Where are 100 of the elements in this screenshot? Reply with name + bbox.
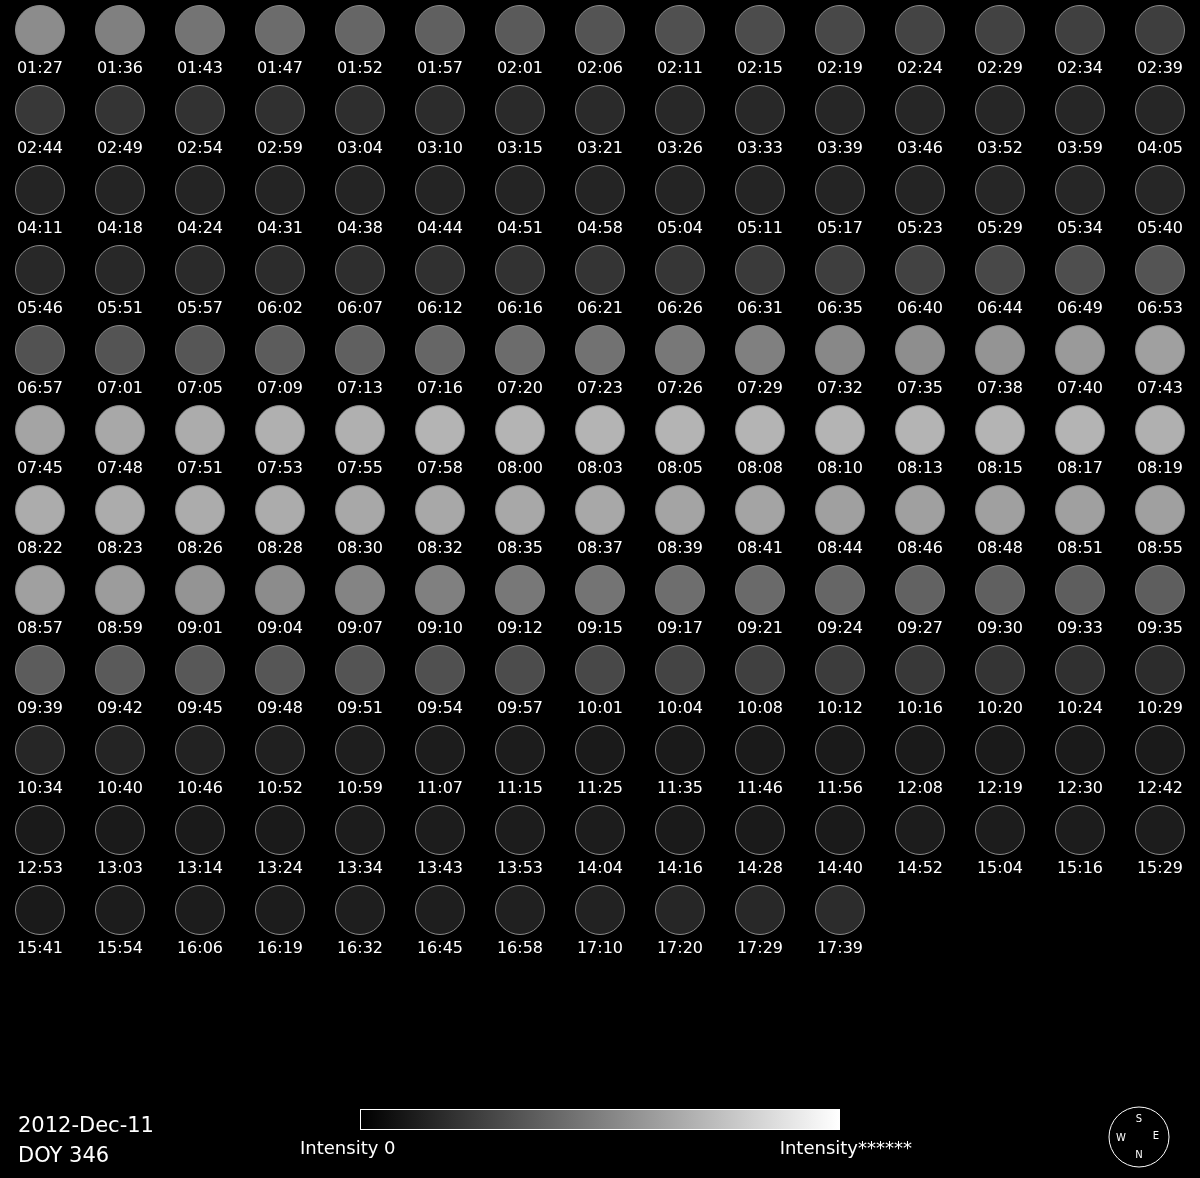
time-label: 07:40 <box>1056 379 1104 397</box>
time-label: 04:51 <box>496 219 544 237</box>
time-label: 08:10 <box>816 459 864 477</box>
time-label: 11:46 <box>736 779 784 797</box>
time-label: 06:07 <box>336 299 384 317</box>
time-label: 13:34 <box>336 859 384 877</box>
time-label: 08:15 <box>976 459 1024 477</box>
time-label: 07:58 <box>416 459 464 477</box>
time-label: 09:51 <box>336 699 384 717</box>
time-label: 02:15 <box>736 59 784 77</box>
time-label: 08:57 <box>16 619 64 637</box>
time-label: 09:48 <box>256 699 304 717</box>
time-label: 09:10 <box>416 619 464 637</box>
time-label: 01:52 <box>336 59 384 77</box>
time-label: 06:57 <box>16 379 64 397</box>
time-label: 10:04 <box>656 699 704 717</box>
time-label: 17:10 <box>576 939 624 957</box>
time-label: 01:43 <box>176 59 224 77</box>
time-label: 04:58 <box>576 219 624 237</box>
time-label: 06:21 <box>576 299 624 317</box>
time-label: 02:34 <box>1056 59 1104 77</box>
time-label: 02:49 <box>96 139 144 157</box>
time-label: 09:21 <box>736 619 784 637</box>
time-label: 17:20 <box>656 939 704 957</box>
time-label: 05:57 <box>176 299 224 317</box>
time-label: 16:45 <box>416 939 464 957</box>
time-label: 08:39 <box>656 539 704 557</box>
time-label: 08:13 <box>896 459 944 477</box>
time-label: 13:53 <box>496 859 544 877</box>
time-label: 08:46 <box>896 539 944 557</box>
time-label: 10:16 <box>896 699 944 717</box>
time-label: 03:52 <box>976 139 1024 157</box>
time-label: 07:51 <box>176 459 224 477</box>
time-label: 09:07 <box>336 619 384 637</box>
time-label: 13:43 <box>416 859 464 877</box>
time-label: 02:06 <box>576 59 624 77</box>
time-label: 09:12 <box>496 619 544 637</box>
time-label: 08:37 <box>576 539 624 557</box>
time-label: 02:29 <box>976 59 1024 77</box>
time-label: 03:21 <box>576 139 624 157</box>
time-label: 07:09 <box>256 379 304 397</box>
date-label: 2012-Dec-11 <box>18 1113 154 1137</box>
time-label: 07:43 <box>1136 379 1184 397</box>
time-label: 03:33 <box>736 139 784 157</box>
time-label: 09:54 <box>416 699 464 717</box>
time-label: 12:53 <box>16 859 64 877</box>
time-label: 09:04 <box>256 619 304 637</box>
time-label: 05:11 <box>736 219 784 237</box>
time-label: 08:51 <box>1056 539 1104 557</box>
time-label: 03:46 <box>896 139 944 157</box>
time-label: 07:55 <box>336 459 384 477</box>
time-label: 08:23 <box>96 539 144 557</box>
time-label: 08:17 <box>1056 459 1104 477</box>
time-label: 10:08 <box>736 699 784 717</box>
time-label: 06:40 <box>896 299 944 317</box>
time-label: 09:39 <box>16 699 64 717</box>
compass-circle <box>1108 1106 1170 1168</box>
time-label: 01:36 <box>96 59 144 77</box>
time-label: 16:06 <box>176 939 224 957</box>
time-label: 02:24 <box>896 59 944 77</box>
time-label: 08:22 <box>16 539 64 557</box>
time-label: 06:49 <box>1056 299 1104 317</box>
time-label: 07:05 <box>176 379 224 397</box>
time-label: 08:30 <box>336 539 384 557</box>
time-label: 08:44 <box>816 539 864 557</box>
time-label: 07:26 <box>656 379 704 397</box>
time-label: 02:54 <box>176 139 224 157</box>
time-label: 16:19 <box>256 939 304 957</box>
time-label: 07:13 <box>336 379 384 397</box>
time-label: 08:48 <box>976 539 1024 557</box>
time-label: 17:39 <box>816 939 864 957</box>
time-label: 15:16 <box>1056 859 1104 877</box>
time-label: 05:29 <box>976 219 1024 237</box>
compass-label: E <box>1152 1130 1160 1141</box>
time-label: 05:23 <box>896 219 944 237</box>
time-label: 08:55 <box>1136 539 1184 557</box>
time-label: 06:44 <box>976 299 1024 317</box>
time-label: 10:40 <box>96 779 144 797</box>
time-label: 11:15 <box>496 779 544 797</box>
time-label: 03:39 <box>816 139 864 157</box>
time-label: 01:57 <box>416 59 464 77</box>
compass-label: S <box>1135 1113 1143 1124</box>
time-label: 16:58 <box>496 939 544 957</box>
time-label: 04:44 <box>416 219 464 237</box>
time-label: 02:19 <box>816 59 864 77</box>
time-label: 14:16 <box>656 859 704 877</box>
time-label: 11:07 <box>416 779 464 797</box>
time-label: 07:32 <box>816 379 864 397</box>
time-label: 11:56 <box>816 779 864 797</box>
time-label: 08:26 <box>176 539 224 557</box>
time-label: 05:17 <box>816 219 864 237</box>
time-label: 05:34 <box>1056 219 1104 237</box>
time-label: 09:17 <box>656 619 704 637</box>
time-label: 08:59 <box>96 619 144 637</box>
day-of-year-label: DOY 346 <box>18 1143 110 1167</box>
time-label: 06:35 <box>816 299 864 317</box>
time-label: 10:59 <box>336 779 384 797</box>
time-label: 04:11 <box>16 219 64 237</box>
time-label: 06:16 <box>496 299 544 317</box>
intensity-max-label: Intensity****** <box>779 1138 912 1158</box>
